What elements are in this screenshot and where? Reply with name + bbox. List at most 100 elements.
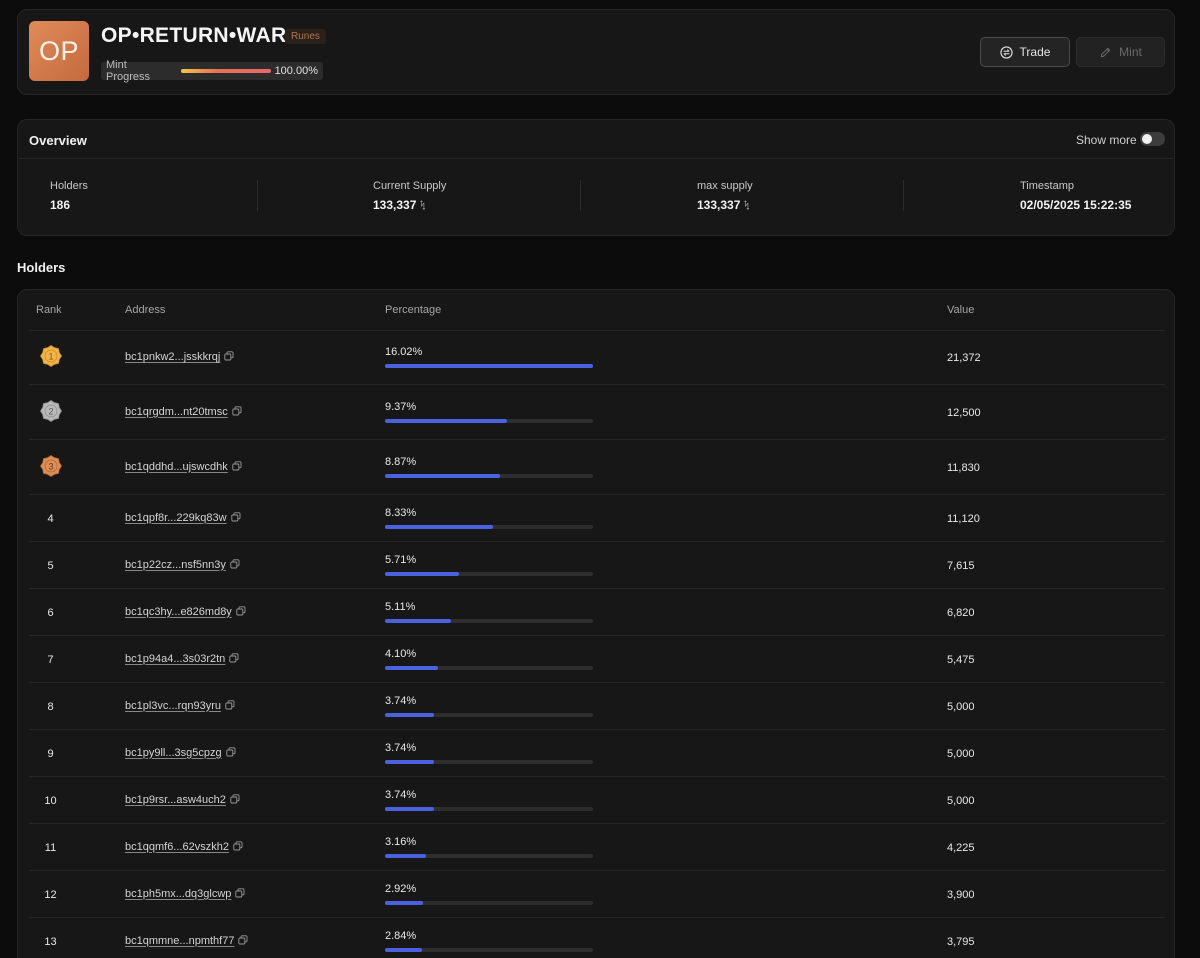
address-link[interactable]: bc1pl3vc...rqn93yru (125, 700, 221, 712)
address-cell: bc1ph5mx...dq3glcwp (125, 888, 245, 901)
percentage-bar (385, 853, 593, 858)
address-link[interactable]: bc1p9rsr...asw4uch2 (125, 794, 226, 806)
holding-value: 5,000 (947, 747, 975, 760)
rank-value: 9 (47, 747, 54, 760)
holding-value: 6,820 (947, 606, 975, 619)
stat-value-text: 02/05/2025 15:22:35 (1020, 198, 1132, 212)
address-link[interactable]: bc1p94a4...3s03r2tn (125, 653, 225, 665)
percentage-value: 5.71% (385, 553, 417, 566)
stat-label: Current Supply (373, 180, 447, 192)
percentage-bar (385, 665, 593, 670)
trade-button[interactable]: Trade (980, 37, 1070, 67)
table-row: 3 bc1qddhd...ujswcdhk 8.87% 11,830 (29, 439, 1165, 494)
column-header-address: Address (125, 304, 166, 316)
rank-value: 7 (47, 653, 54, 666)
table-row: 12 bc1ph5mx...dq3glcwp 2.92% 3,900 (29, 870, 1165, 917)
percentage-value: 9.37% (385, 400, 417, 413)
address-cell: bc1qqmf6...62vszkh2 (125, 841, 243, 854)
copy-icon[interactable] (232, 405, 242, 419)
stat-value: 02/05/2025 15:22:35 (1020, 198, 1131, 212)
address-link[interactable]: bc1qqmf6...62vszkh2 (125, 841, 229, 853)
copy-icon[interactable] (224, 351, 234, 364)
address-link[interactable]: bc1qpf8r...229kq83w (125, 512, 227, 524)
copy-icon[interactable] (225, 746, 236, 760)
pencil-icon (1100, 47, 1111, 57)
percentage-value: 3.74% (385, 741, 417, 754)
percentage-value: 5.11% (385, 600, 416, 613)
bronze-medal-icon: 3 (40, 454, 62, 477)
percentage-bar-fill (385, 524, 493, 529)
table-row: 5 bc1p22cz...nsf5nn3y 5.71% 7,615 (29, 541, 1165, 588)
table-row: 9 bc1py9ll...3sg5cpzg 3.74% 5,000 (29, 729, 1165, 776)
holding-value: 12,500 (947, 406, 981, 419)
mint-progress-label: Mint Progress (106, 59, 151, 83)
holding-value: 3,795 (947, 935, 975, 948)
gold-medal-icon: 1 (40, 345, 62, 367)
copy-icon[interactable] (238, 934, 248, 948)
copy-icon[interactable] (229, 652, 239, 666)
copy-icon[interactable] (225, 699, 235, 713)
table-row: 2 bc1qrgdm...nt20tmsc 9.37% 12,500 (29, 384, 1165, 439)
token-header: OP OP•RETURN•WAR Runes Mint Progress 100… (17, 9, 1175, 95)
table-row: 4 bc1qpf8r...229kq83w 8.33% 11,120 (29, 494, 1165, 541)
column-header-percentage: Percentage (385, 304, 442, 316)
address-cell: bc1qrgdm...nt20tmsc (125, 406, 242, 419)
holding-value: 21,372 (947, 352, 981, 364)
percentage-bar (385, 473, 593, 478)
percentage-bar (385, 418, 593, 423)
overview-panel: Overview Show more Holders 186 Current S… (17, 119, 1175, 236)
table-row: 8 bc1pl3vc...rqn93yru 3.74% 5,000 (29, 682, 1165, 729)
stat-max-supply: max supply 133,337 ᛪ (697, 180, 753, 212)
address-cell: bc1qddhd...ujswcdhk (125, 461, 242, 474)
show-more-toggle[interactable] (1140, 132, 1165, 146)
holding-value: 3,900 (947, 888, 975, 901)
address-link[interactable]: bc1qddhd...ujswcdhk (125, 461, 228, 473)
copy-icon[interactable] (235, 887, 245, 901)
holding-value: 7,615 (947, 559, 975, 572)
table-row: 11 bc1qqmf6...62vszkh2 3.16% 4,225 (29, 823, 1165, 870)
address-link[interactable]: bc1qc3hy...e826md8y (125, 606, 232, 618)
address-link[interactable]: bc1qmmne...npmthf77 (125, 935, 234, 947)
overview-divider (18, 158, 1174, 159)
copy-icon[interactable] (230, 558, 240, 572)
address-cell: bc1pl3vc...rqn93yru (125, 700, 235, 713)
percentage-bar (385, 571, 593, 576)
stat-value: 133,337 ᛪ (373, 198, 446, 212)
address-link[interactable]: bc1p22cz...nsf5nn3y (125, 559, 226, 571)
rune-symbol-icon: ᛪ (743, 200, 750, 212)
mint-button[interactable]: Mint (1076, 37, 1165, 67)
percentage-bar (385, 947, 593, 952)
rune-symbol-icon: ᛪ (419, 200, 426, 212)
address-link[interactable]: bc1ph5mx...dq3glcwp (125, 888, 231, 900)
copy-icon[interactable] (233, 840, 243, 854)
rank-value: 3 (48, 461, 53, 471)
rank-value: 8 (47, 700, 54, 713)
rank-value: 1 (48, 352, 53, 362)
trade-label: Trade (1019, 45, 1051, 59)
percentage-bar-fill (385, 418, 507, 423)
table-row: 7 bc1p94a4...3s03r2tn 4.10% 5,475 (29, 635, 1165, 682)
address-link[interactable]: bc1pnkw2...jsskkrqj (125, 351, 220, 363)
mint-label: Mint (1119, 45, 1142, 59)
stat-timestamp: Timestamp 02/05/2025 15:22:35 (1020, 180, 1131, 212)
percentage-bar (385, 759, 593, 764)
address-cell: bc1p94a4...3s03r2tn (125, 653, 239, 666)
copy-icon[interactable] (230, 793, 240, 807)
address-cell: bc1qpf8r...229kq83w (125, 512, 241, 525)
copy-icon[interactable] (232, 460, 242, 474)
column-header-rank: Rank (36, 304, 62, 316)
percentage-value: 8.33% (385, 506, 417, 519)
percentage-bar (385, 364, 593, 368)
copy-icon[interactable] (236, 605, 246, 619)
stat-value-text: 186 (50, 198, 71, 212)
copy-icon[interactable] (230, 511, 241, 525)
mint-progress-value: 100.00% (274, 65, 318, 77)
percentage-bar (385, 712, 593, 717)
rank-value: 12 (44, 888, 57, 901)
percentage-value: 3.16% (385, 835, 417, 848)
rank-value: 4 (47, 512, 54, 525)
address-link[interactable]: bc1py9ll...3sg5cpzg (125, 747, 222, 759)
address-link[interactable]: bc1qrgdm...nt20tmsc (125, 406, 228, 418)
percentage-value: 3.74% (385, 788, 417, 801)
percentage-bar-fill (385, 665, 438, 670)
